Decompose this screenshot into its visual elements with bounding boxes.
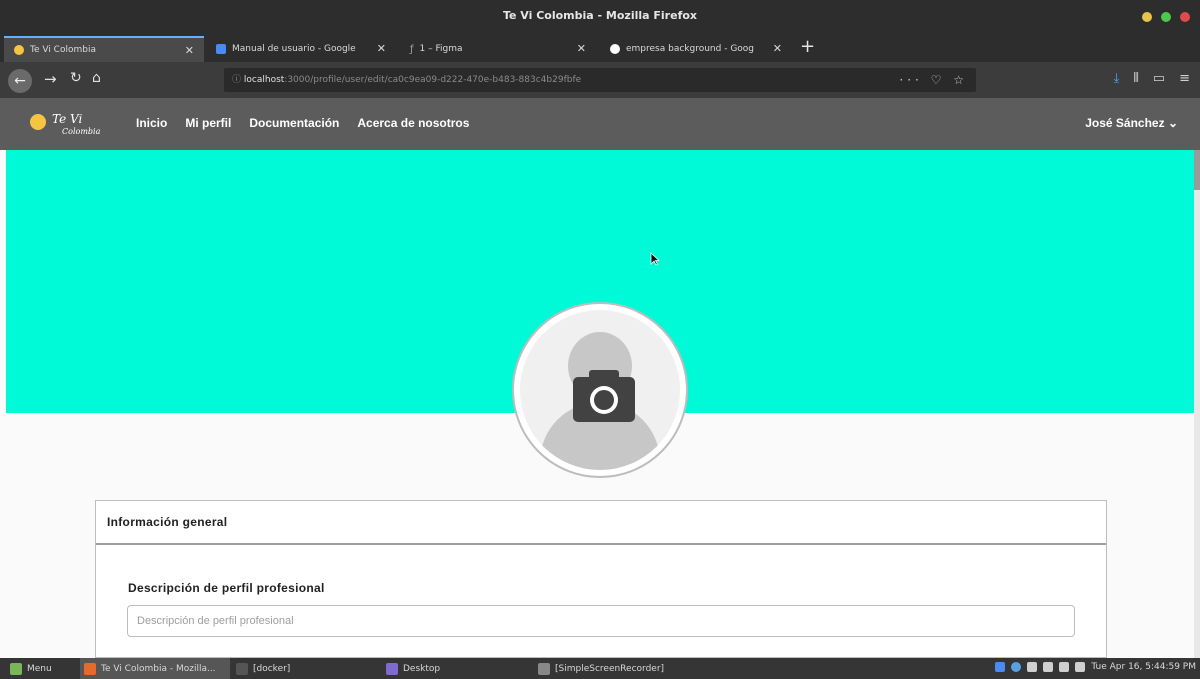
home-button[interactable]: ⌂ (92, 70, 101, 86)
bluetooth-icon[interactable] (995, 662, 1006, 672)
close-window-button[interactable] (1180, 12, 1190, 22)
reload-button[interactable]: ↻ (70, 70, 82, 86)
system-tray: Tue Apr 16, 5:44:59 PM (995, 662, 1196, 672)
figma-icon: ƒ (410, 44, 414, 55)
tab-label: 1 – Figma (419, 44, 463, 54)
nav-inicio[interactable]: Inicio (136, 116, 167, 130)
url-path: :3000/profile/user/edit/ca0c9ea09-d222-4… (284, 75, 582, 85)
tab-figma[interactable]: ƒ 1 – Figma ✕ (400, 36, 596, 62)
taskbar-item-label: Desktop (403, 663, 441, 674)
maximize-button[interactable] (1161, 12, 1171, 22)
logo[interactable]: Te Vi Colombia (30, 108, 100, 136)
close-tab-icon[interactable]: ✕ (185, 44, 194, 57)
desktop-icon (386, 662, 398, 675)
card-header: Información general (96, 501, 1106, 545)
taskbar: Menu Te Vi Colombia - Mozilla... [docker… (0, 658, 1200, 679)
start-menu-label: Menu (27, 663, 52, 674)
user-name: José Sánchez (1085, 116, 1165, 130)
window-controls (1142, 12, 1190, 22)
taskbar-item-docker[interactable]: [docker] (236, 658, 290, 679)
taskbar-item-desktop[interactable]: Desktop (386, 658, 440, 679)
nav-acerca-de-nosotros[interactable]: Acerca de nosotros (357, 116, 469, 130)
page-actions[interactable]: ··· ♡ ☆ (899, 68, 968, 92)
description-label: Descripción de perfil profesional (128, 581, 325, 595)
logo-main: Te Vi (52, 112, 83, 126)
mint-icon (10, 662, 22, 675)
card-title: Información general (107, 515, 228, 529)
tab-label: Te Vi Colombia (30, 45, 96, 55)
start-menu-button[interactable]: Menu (10, 658, 52, 679)
camera-icon (573, 370, 635, 422)
clock[interactable]: Tue Apr 16, 5:44:59 PM (1091, 662, 1196, 672)
taskbar-item-label: Te Vi Colombia - Mozilla... (101, 663, 216, 674)
recorder-icon (538, 662, 550, 675)
battery-icon[interactable] (1075, 662, 1086, 672)
chevron-down-icon: ⌄ (1167, 116, 1178, 130)
taskbar-item-label: [docker] (253, 663, 291, 674)
nav-mi-perfil[interactable]: Mi perfil (185, 116, 231, 130)
user-menu[interactable]: José Sánchez ⌄ (1085, 116, 1178, 130)
volume-icon[interactable] (1059, 662, 1070, 672)
back-button[interactable]: ← (8, 69, 32, 93)
info-icon[interactable]: ⓘ (232, 75, 241, 85)
terminal-icon (236, 662, 248, 675)
scrollbar-track[interactable] (1194, 150, 1200, 658)
window-titlebar: Te Vi Colombia - Mozilla Firefox (0, 0, 1200, 34)
navigation-toolbar: ← → ↻ ⌂ ⓘ localhost:3000/profile/user/ed… (0, 62, 1200, 98)
menu-icon[interactable]: ≡ (1179, 71, 1190, 86)
address-bar[interactable]: ⓘ localhost:3000/profile/user/edit/ca0c9… (224, 68, 976, 92)
close-tab-icon[interactable]: ✕ (773, 42, 782, 55)
nav-documentacion[interactable]: Documentación (249, 116, 339, 130)
window-title: Te Vi Colombia - Mozilla Firefox (502, 9, 698, 22)
camera-tray-icon[interactable] (1043, 662, 1054, 672)
taskbar-item-firefox[interactable]: Te Vi Colombia - Mozilla... (80, 658, 230, 679)
close-tab-icon[interactable]: ✕ (377, 42, 386, 55)
app-header: Te Vi Colombia Inicio Mi perfil Document… (0, 98, 1200, 150)
bulb-icon (14, 45, 24, 55)
minimize-button[interactable] (1142, 12, 1152, 22)
new-tab-button[interactable]: + (800, 36, 815, 57)
description-input[interactable] (127, 605, 1075, 637)
main-nav: Inicio Mi perfil Documentación Acerca de… (136, 116, 469, 130)
shield-icon[interactable] (1011, 662, 1022, 672)
forward-button[interactable]: → (44, 70, 57, 88)
general-info-card: Información general Descripción de perfi… (95, 500, 1107, 658)
library-icon[interactable]: ⫴ (1133, 71, 1138, 86)
logo-sub: Colombia (62, 127, 101, 136)
tab-empresa-background[interactable]: empresa background - Goog ✕ (600, 36, 792, 62)
firefox-icon (84, 662, 96, 675)
scrollbar-thumb[interactable] (1194, 150, 1200, 190)
docs-icon (216, 44, 226, 54)
taskbar-item-label: [SimpleScreenRecorder] (555, 663, 665, 674)
wifi-icon[interactable] (1027, 662, 1038, 672)
close-tab-icon[interactable]: ✕ (577, 42, 586, 55)
tab-strip: Te Vi Colombia ✕ Manual de usuario - Goo… (0, 34, 1200, 62)
profile-photo-upload[interactable] (512, 302, 688, 478)
google-icon (610, 44, 620, 54)
tab-label: Manual de usuario - Google (232, 44, 356, 54)
downloads-icon[interactable]: ⤓ (1114, 71, 1120, 86)
avatar-placeholder (520, 310, 680, 470)
tab-manual-de-usuario[interactable]: Manual de usuario - Google ✕ (206, 36, 396, 62)
screen: Te Vi Colombia - Mozilla Firefox Te Vi C… (0, 0, 1200, 679)
taskbar-item-recorder[interactable]: [SimpleScreenRecorder] (538, 658, 664, 679)
tab-label: empresa background - Goog (626, 44, 755, 54)
bulb-icon (30, 114, 46, 130)
tab-te-vi-colombia[interactable]: Te Vi Colombia ✕ (4, 36, 204, 62)
sidebar-icon[interactable]: ▭ (1153, 71, 1165, 86)
toolbar-right: ⤓ ⫴ ▭ ≡ (1114, 71, 1190, 86)
url-host: localhost (243, 75, 285, 85)
mouse-cursor-icon (650, 252, 660, 266)
